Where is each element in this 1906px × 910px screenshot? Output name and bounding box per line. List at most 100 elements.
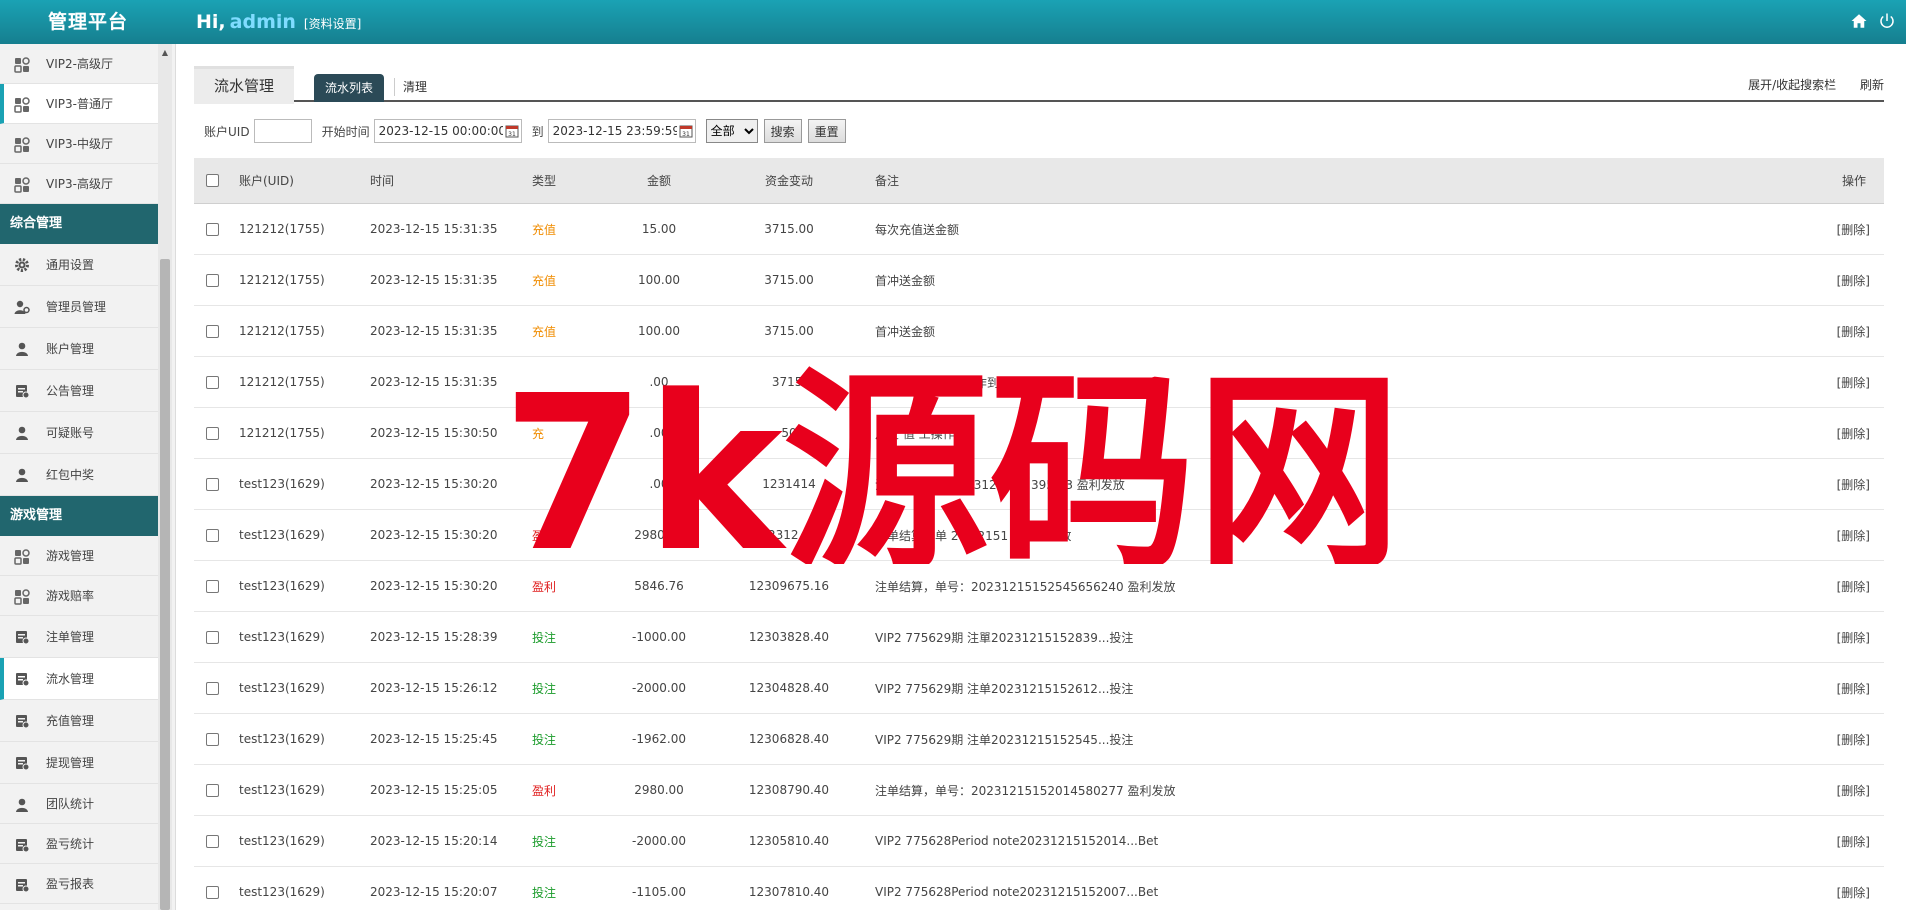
sidebar-item-admin-management[interactable]: 管理员管理 [0, 286, 158, 328]
row-checkbox[interactable] [206, 834, 219, 848]
row-delete-link[interactable]: [删除] [1837, 357, 1870, 407]
row-account: 121212(1755) [239, 375, 325, 389]
calendar-icon[interactable]: 31 [505, 124, 519, 138]
row-delete-link[interactable]: [删除] [1837, 765, 1870, 815]
document-icon [14, 837, 30, 853]
sidebar-item-vip3-normal[interactable]: VIP3-普通厅 [0, 84, 158, 124]
end-time-input[interactable] [547, 119, 696, 143]
tab-flow-list[interactable]: 流水列表 [314, 74, 384, 102]
sidebar-item-profit-report[interactable]: 盈亏报表 [0, 864, 158, 904]
row-delete-link[interactable]: [删除] [1837, 306, 1870, 356]
row-type: 盈利 [532, 783, 557, 798]
row-note: 注单结算，单号：20231215152545656240 盈利发放 [875, 579, 1176, 594]
row-type: 投注 [532, 630, 557, 645]
select-all-checkbox[interactable] [206, 174, 219, 187]
sidebar-item-recharge-management[interactable]: 充值管理 [0, 700, 158, 742]
uid-input[interactable] [253, 119, 312, 143]
sidebar-item-game-odds[interactable]: 游戏赔率 [0, 576, 158, 616]
row-checkbox[interactable] [206, 783, 219, 797]
row-delete-link[interactable]: [删除] [1837, 561, 1870, 611]
row-type: 投注 [532, 834, 557, 849]
sidebar-item-flow-management[interactable]: 流水管理 [0, 658, 158, 700]
row-delete-link[interactable]: [删除] [1837, 612, 1870, 662]
row-checkbox[interactable] [206, 630, 219, 644]
tab-clear[interactable]: 清理 [394, 78, 427, 96]
sidebar-item-suspicious-accounts[interactable]: 可疑账号 [0, 412, 158, 454]
home-icon[interactable] [1850, 12, 1868, 30]
sidebar-item-label: 流水管理 [46, 672, 95, 686]
row-checkbox[interactable] [206, 477, 219, 491]
row-delete-link[interactable]: [删除] [1837, 816, 1870, 866]
row-balance: 12309675.16 [748, 579, 830, 593]
sidebar-scrollbar[interactable]: ▲ [158, 44, 172, 910]
row-delete-link[interactable]: [删除] [1837, 408, 1870, 458]
sidebar-item-label: VIP3-高级厅 [46, 177, 113, 191]
row-amount: .00 [649, 426, 669, 440]
sidebar-item-profit-stats[interactable]: 盈亏统计 [0, 824, 158, 864]
row-note: VIP2 775629期 注單20231215152839...投注 [875, 630, 1134, 645]
row-checkbox[interactable] [206, 426, 219, 440]
sidebar-item-general-settings[interactable]: 通用设置 [0, 244, 158, 286]
tab-flow-management[interactable]: 流水管理 [194, 66, 294, 104]
user-icon [14, 341, 30, 357]
row-checkbox[interactable] [206, 375, 219, 389]
row-checkbox[interactable] [206, 528, 219, 542]
sidebar-item-label: 通用设置 [46, 258, 95, 272]
row-check-cell [206, 306, 226, 356]
row-delete-link[interactable]: [删除] [1837, 510, 1870, 560]
tab-bar: 流水管理 流水列表 清理 展开/收起搜索栏 刷新 [194, 62, 1884, 104]
refresh-link[interactable]: 刷新 [1860, 78, 1884, 92]
row-delete-link[interactable]: [删除] [1837, 255, 1870, 305]
row-balance: 50 [781, 426, 797, 440]
type-select[interactable]: 全部 [705, 119, 758, 143]
row-checkbox[interactable] [206, 681, 219, 695]
profile-settings-link[interactable]: [资料设置] [304, 17, 361, 31]
row-note: VIP2 775629期 注单20231215152545...投注 [875, 732, 1134, 747]
scrollbar-thumb[interactable] [160, 259, 170, 910]
toggle-search-link[interactable]: 展开/收起搜索栏 [1748, 78, 1836, 92]
power-icon[interactable] [1878, 12, 1896, 30]
scroll-up-arrow-icon[interactable]: ▲ [158, 48, 172, 57]
row-amount: 15.00 [641, 222, 677, 236]
table-row: test123(1629) 2023-12-15 15:20:07 投注 -1105.… [194, 867, 1884, 910]
header-type: 类型 [532, 174, 557, 188]
table-row: 121212(1755) 2023-12-15 15:31:35 充值 100.00 3… [194, 255, 1884, 306]
header-balance: 资金变动 [764, 174, 813, 188]
search-button[interactable]: 搜索 [763, 119, 802, 143]
row-checkbox[interactable] [206, 324, 219, 338]
sidebar-item-vip3-high[interactable]: VIP3-高级厅 [0, 164, 158, 204]
row-delete-link[interactable]: [删除] [1837, 867, 1870, 910]
row-delete-link[interactable]: [删除] [1837, 459, 1870, 509]
row-checkbox[interactable] [206, 732, 219, 746]
row-checkbox[interactable] [206, 885, 219, 899]
row-balance: 12303828.40 [748, 630, 830, 644]
calendar-icon[interactable]: 31 [679, 124, 693, 138]
row-type: 投注 [532, 885, 557, 900]
sidebar: VIP2-高级厅 VIP3-普通厅 VIP3-中级厅 VIP3-高级厅 综合管理… [0, 44, 176, 910]
row-account: test123(1629) [239, 834, 325, 848]
row-checkbox[interactable] [206, 222, 219, 236]
row-delete-link[interactable]: [删除] [1837, 714, 1870, 764]
sidebar-item-team-stats[interactable]: 团队统计 [0, 784, 158, 824]
reset-button[interactable]: 重置 [807, 119, 846, 143]
sidebar-item-account-management[interactable]: 账户管理 [0, 328, 158, 370]
sidebar-item-vip2-high[interactable]: VIP2-高级厅 [0, 44, 158, 84]
start-time-input[interactable] [373, 119, 522, 143]
row-checkbox[interactable] [206, 579, 219, 593]
sidebar-item-red-packet[interactable]: 红包中奖 [0, 454, 158, 496]
sidebar-item-withdraw-management[interactable]: 提现管理 [0, 742, 158, 784]
document-icon [14, 671, 30, 687]
row-note: VIP2 775628Period note20231215152007...B… [875, 885, 1159, 899]
sidebar-item-vip3-mid[interactable]: VIP3-中级厅 [0, 124, 158, 164]
user-icon [14, 425, 30, 441]
row-delete-link[interactable]: [删除] [1837, 204, 1870, 254]
sidebar-item-game-management[interactable]: 游戏管理 [0, 536, 158, 576]
sidebar-item-bet-management[interactable]: 注单管理 [0, 616, 158, 658]
select-all-cell [206, 158, 226, 203]
row-delete-link[interactable]: [删除] [1837, 663, 1870, 713]
sidebar-item-announcement[interactable]: 公告管理 [0, 370, 158, 412]
row-type: 充值 [532, 273, 557, 288]
row-amount: -1962.00 [632, 732, 686, 746]
row-checkbox[interactable] [206, 273, 219, 287]
table-row: test123(1629) 2023-12-15 15:30:20 盈利 5846.7… [194, 561, 1884, 612]
